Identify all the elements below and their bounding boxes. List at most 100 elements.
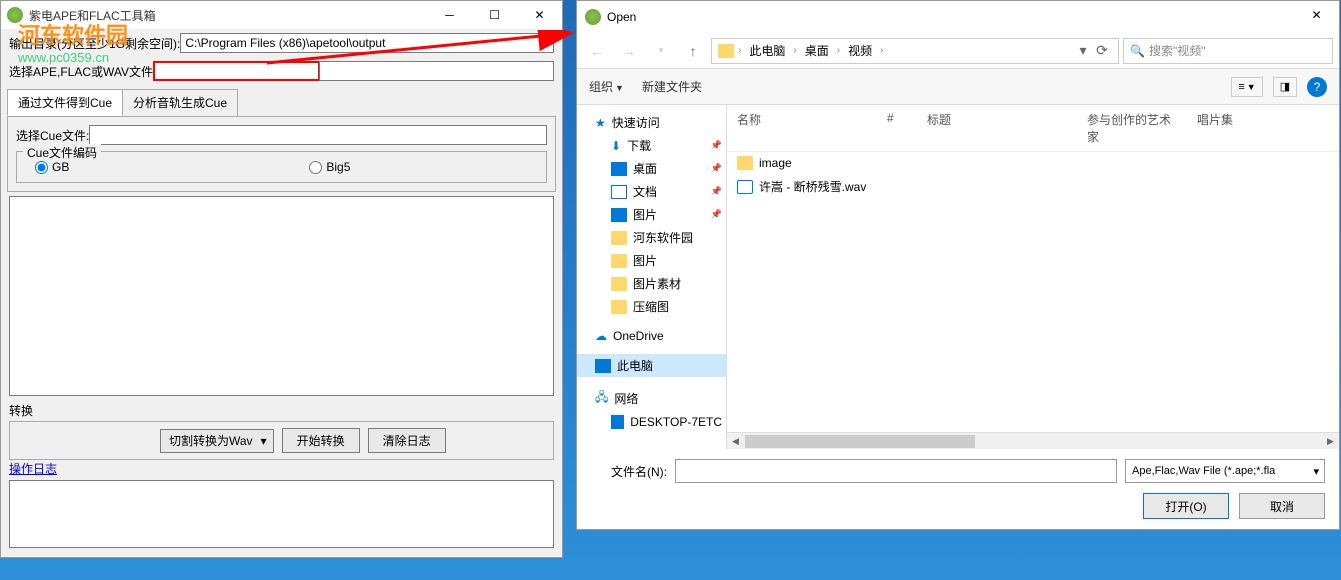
- select-file-input[interactable]: [153, 61, 320, 81]
- network-icon: 🖧: [595, 388, 608, 409]
- file-type-filter[interactable]: Ape,Flac,Wav File (*.ape;*.fla: [1125, 459, 1325, 483]
- tree-desktop[interactable]: 桌面📌: [577, 157, 726, 180]
- dialog-close-button[interactable]: ✕: [1294, 1, 1339, 29]
- audio-file-icon: [737, 180, 753, 194]
- open-button[interactable]: 打开(O): [1143, 493, 1229, 519]
- breadcrumb[interactable]: › 此电脑 › 桌面 › 视频 › ▾⟳: [711, 38, 1119, 64]
- nav-recent-button[interactable]: ▾: [647, 37, 675, 65]
- search-input[interactable]: 🔍 搜索"视频": [1123, 38, 1333, 64]
- col-album[interactable]: 唱片集: [1187, 111, 1247, 145]
- col-name[interactable]: 名称: [727, 111, 877, 145]
- file-name: 许嵩 - 断桥残雪.wav: [759, 178, 866, 195]
- nav-back-button[interactable]: ←: [583, 37, 611, 65]
- tree-desktop-node[interactable]: DESKTOP-7ETC: [577, 412, 726, 432]
- radio-big5[interactable]: Big5: [309, 160, 350, 174]
- help-icon[interactable]: ?: [1307, 77, 1327, 97]
- chevron-right-icon: ›: [837, 45, 840, 56]
- scroll-left-arrow[interactable]: ◀: [727, 433, 744, 449]
- encoding-group-label: Cue文件编码: [23, 144, 101, 161]
- log-label-link[interactable]: 操作日志: [1, 460, 65, 478]
- chevron-right-icon: ›: [793, 45, 796, 56]
- crumb-thispc[interactable]: 此电脑: [745, 42, 789, 59]
- tree-pic-material[interactable]: 图片素材: [577, 272, 726, 295]
- tree-pictures[interactable]: 图片📌: [577, 203, 726, 226]
- crumb-video[interactable]: 视频: [844, 42, 876, 59]
- tree-onedrive[interactable]: ☁OneDrive: [577, 326, 726, 346]
- new-folder-button[interactable]: 新建文件夹: [642, 78, 702, 95]
- tree-thumbnails[interactable]: 压缩图: [577, 295, 726, 318]
- filename-input[interactable]: [675, 459, 1117, 483]
- desktop-icon: [611, 162, 627, 176]
- dialog-title: Open: [607, 10, 636, 24]
- horizontal-scrollbar[interactable]: ◀ ▶: [727, 432, 1339, 449]
- window-title: 紫电APE和FLAC工具箱: [29, 7, 156, 24]
- track-listbox[interactable]: [9, 196, 554, 396]
- column-headers: 名称 # 标题 参与创作的艺术家 唱片集: [727, 105, 1339, 152]
- minimize-button[interactable]: ─: [427, 1, 472, 29]
- pin-icon: 📌: [711, 186, 722, 197]
- file-list[interactable]: 名称 # 标题 参与创作的艺术家 唱片集 image 许嵩 - 断桥残雪.wav…: [727, 105, 1339, 449]
- tab-panel: 选择Cue文件: Cue文件编码 GB Big5: [7, 117, 556, 192]
- file-row-folder[interactable]: image: [727, 152, 1339, 174]
- nav-forward-button[interactable]: →: [615, 37, 643, 65]
- cue-tabs: 通过文件得到Cue 分析音轨生成Cue: [7, 89, 556, 117]
- tree-network[interactable]: 🖧网络: [577, 385, 726, 412]
- folder-icon: [611, 277, 627, 291]
- nav-bar: ← → ▾ ↑ › 此电脑 › 桌面 › 视频 › ▾⟳ 🔍 搜索"视频": [577, 33, 1339, 69]
- output-dir-input[interactable]: [180, 33, 554, 53]
- tree-downloads[interactable]: ⬇下载📌: [577, 134, 726, 157]
- view-mode-button[interactable]: ≡ ▼: [1231, 77, 1263, 97]
- col-artist[interactable]: 参与创作的艺术家: [1077, 111, 1187, 145]
- pin-icon: 📌: [711, 209, 722, 220]
- pictures-icon: [611, 208, 627, 222]
- scroll-thumb[interactable]: [745, 435, 975, 448]
- open-file-dialog: Open ✕ ← → ▾ ↑ › 此电脑 › 桌面 › 视频 › ▾⟳ 🔍 搜索…: [576, 0, 1340, 530]
- document-icon: [611, 185, 627, 199]
- tab-from-file[interactable]: 通过文件得到Cue: [7, 89, 123, 116]
- breadcrumb-dropdown-icon[interactable]: ▾: [1074, 40, 1092, 62]
- folder-icon: [611, 231, 627, 245]
- radio-gb-input[interactable]: [35, 161, 48, 174]
- tree-thispc[interactable]: 此电脑: [577, 354, 726, 377]
- chevron-right-icon: ›: [738, 45, 741, 56]
- radio-big5-input[interactable]: [309, 161, 322, 174]
- tree-quick-access[interactable]: ★快速访问: [577, 111, 726, 134]
- breadcrumb-refresh-icon[interactable]: ⟳: [1092, 40, 1112, 62]
- tab-analyze-tracks[interactable]: 分析音轨生成Cue: [122, 89, 238, 116]
- cue-file-label: 选择Cue文件:: [16, 127, 89, 144]
- file-name: image: [759, 156, 792, 170]
- pc-icon: [611, 415, 624, 429]
- output-dir-label: 输出目录(分区至少1G剩余空间):: [9, 35, 180, 52]
- tree-documents[interactable]: 文档📌: [577, 180, 726, 203]
- cue-file-input[interactable]: [89, 125, 547, 145]
- close-button[interactable]: ✕: [517, 1, 562, 29]
- convert-mode-combo[interactable]: 切割转换为Wav: [160, 429, 274, 453]
- scroll-right-arrow[interactable]: ▶: [1322, 433, 1339, 449]
- start-convert-button[interactable]: 开始转换: [282, 428, 360, 453]
- dialog-footer: 文件名(N): Ape,Flac,Wav File (*.ape;*.fla 打…: [577, 449, 1339, 529]
- nav-tree[interactable]: ★快速访问 ⬇下载📌 桌面📌 文档📌 图片📌 河东软件园 图片 图片素材 压缩图…: [577, 105, 727, 449]
- maximize-button[interactable]: ☐: [472, 1, 517, 29]
- crumb-desktop[interactable]: 桌面: [801, 42, 833, 59]
- preview-pane-button[interactable]: ◨: [1273, 77, 1297, 97]
- select-file-input-ext[interactable]: [319, 61, 554, 81]
- radio-gb[interactable]: GB: [35, 160, 69, 174]
- convert-section-label: 转换: [1, 400, 562, 421]
- col-title[interactable]: 标题: [917, 111, 1077, 145]
- tree-pictures2[interactable]: 图片: [577, 249, 726, 272]
- organize-menu[interactable]: 组织▼: [589, 78, 624, 95]
- folder-icon: [611, 254, 627, 268]
- pc-icon: [595, 359, 611, 373]
- star-icon: ★: [595, 116, 606, 130]
- nav-up-button[interactable]: ↑: [679, 37, 707, 65]
- chevron-right-icon: ›: [880, 45, 883, 56]
- dialog-toolbar: 组织▼ 新建文件夹 ≡ ▼ ◨ ?: [577, 69, 1339, 105]
- file-row-audio[interactable]: 许嵩 - 断桥残雪.wav: [727, 174, 1339, 199]
- log-textarea[interactable]: [9, 480, 554, 548]
- clear-log-button[interactable]: 清除日志: [368, 428, 446, 453]
- search-placeholder: 搜索"视频": [1149, 42, 1206, 59]
- tree-hedong[interactable]: 河东软件园: [577, 226, 726, 249]
- pin-icon: 📌: [711, 140, 722, 151]
- col-track-num[interactable]: #: [877, 111, 917, 145]
- cancel-button[interactable]: 取消: [1239, 493, 1325, 519]
